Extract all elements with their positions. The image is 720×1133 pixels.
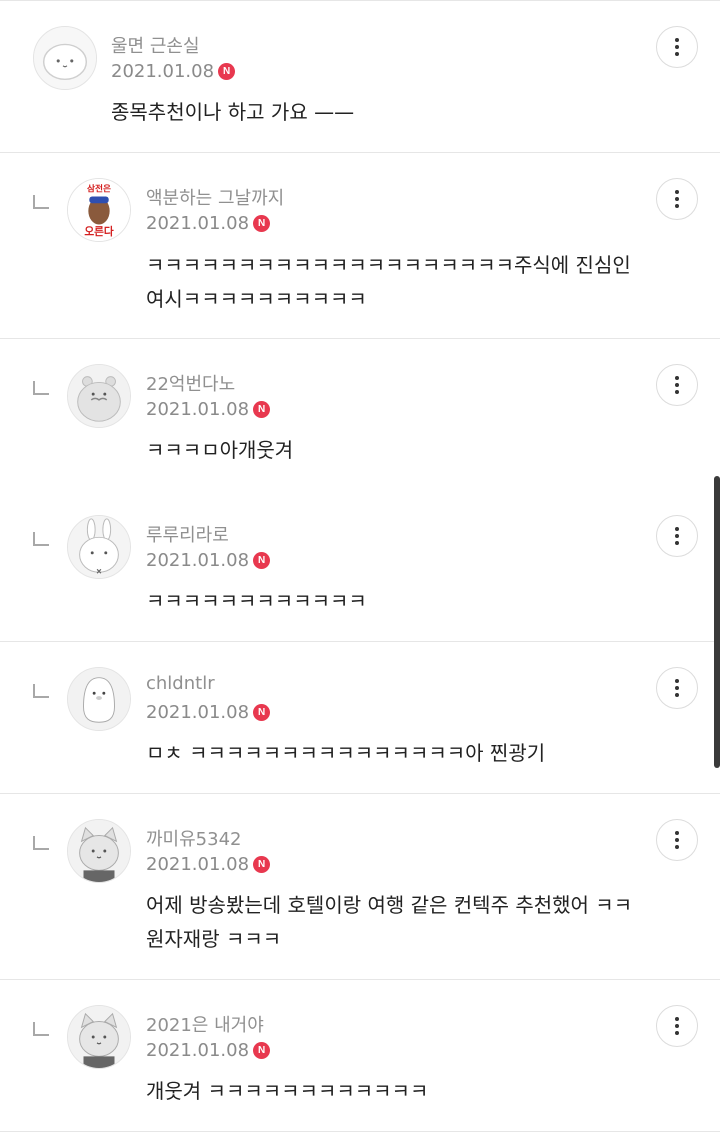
comment-nickname[interactable]: 까미유5342 [146, 825, 242, 851]
avatar-penguin-icon [68, 668, 130, 730]
more-options-button[interactable] [656, 515, 698, 557]
avatar-cat-icon [68, 820, 130, 882]
comment-meta: 2021.01.08 N [146, 550, 271, 571]
comment-item: chldntlr 2021.01.08 N ㅁㅊ ㅋㅋㅋㅋㅋㅋㅋㅋㅋㅋㅋㅋㅋㅋㅋ… [0, 642, 720, 792]
more-vertical-icon [675, 190, 679, 208]
comment-date: 2021.01.08 [146, 854, 250, 875]
comment-item: 루루리라로 2021.01.08 N ㅋㅋㅋㅋㅋㅋㅋㅋㅋㅋㅋㅋ [0, 490, 720, 640]
reply-arrow-icon [33, 381, 49, 395]
more-vertical-icon [675, 831, 679, 849]
avatar-hamster-icon [68, 365, 130, 427]
new-badge-icon: N [253, 856, 271, 873]
comment-item: 22억번다노 2021.01.08 N ㅋㅋㅋㅁ아개웃겨 [0, 339, 720, 489]
avatar-bunny-icon [68, 516, 130, 578]
avatar-caption-bottom: 오른다 [84, 225, 114, 238]
comment-meta: 2021.01.08 N [146, 1040, 271, 1061]
comment-item: 삼전은 오른다 액분하는 그날까지 2021.01.08 N ㅋㅋㅋㅋㅋㅋㅋㅋㅋ… [0, 153, 720, 338]
comment-nickname[interactable]: 액분하는 그날까지 [146, 184, 284, 210]
avatar-blob-icon [34, 27, 96, 89]
comment-nickname[interactable]: 울면 근손실 [111, 32, 200, 58]
more-options-button[interactable] [656, 667, 698, 709]
comment-body: ㅋㅋㅋㅋㅋㅋㅋㅋㅋㅋㅋㅋㅋㅋㅋㅋㅋㅋㅋㅋ주식에 진심인 여시ㅋㅋㅋㅋㅋㅋㅋㅋㅋㅋ [146, 253, 631, 311]
avatar[interactable] [67, 515, 131, 579]
more-vertical-icon [675, 527, 679, 545]
avatar-stock-icon: 삼전은 오른다 [68, 179, 130, 241]
comment-meta: 2021.01.08 N [146, 854, 271, 875]
comment-date: 2021.01.08 [146, 399, 250, 420]
comment-meta: 2021.01.08 N [146, 399, 271, 420]
more-options-button[interactable] [656, 819, 698, 861]
avatar[interactable] [67, 364, 131, 428]
comment-meta: 2021.01.08 N [146, 213, 271, 234]
comment-body: 종목추천이나 하고 가요 —— [111, 100, 355, 124]
comment-date: 2021.01.08 [146, 550, 250, 571]
comment-body: ㅋㅋㅋㅋㅋㅋㅋㅋㅋㅋㅋㅋ [146, 589, 367, 613]
more-options-button[interactable] [656, 26, 698, 68]
new-badge-icon: N [253, 552, 271, 569]
comment-date: 2021.01.08 [111, 61, 215, 82]
comment-date: 2021.01.08 [146, 213, 250, 234]
avatar[interactable] [67, 819, 131, 883]
avatar[interactable] [33, 26, 97, 90]
scrollbar[interactable] [714, 476, 720, 768]
new-badge-icon: N [253, 215, 271, 232]
more-vertical-icon [675, 1017, 679, 1035]
more-options-button[interactable] [656, 178, 698, 220]
comment-nickname[interactable]: 2021은 내거야 [146, 1011, 264, 1037]
reply-arrow-icon [33, 532, 49, 546]
comment-body: 어제 방송봤는데 호텔이랑 여행 같은 컨텍주 추천했어 ㅋㅋ 원자재랑 ㅋㅋㅋ [146, 893, 633, 951]
avatar[interactable] [67, 1005, 131, 1069]
avatar-cat-icon [68, 1006, 130, 1068]
comment-meta: 2021.01.08 N [146, 702, 271, 723]
reply-arrow-icon [33, 684, 49, 698]
comment-body: ㅁㅊ ㅋㅋㅋㅋㅋㅋㅋㅋㅋㅋㅋㅋㅋㅋㅋ아 찐광기 [146, 741, 546, 765]
new-badge-icon: N [253, 1042, 271, 1059]
comment-item: 2021은 내거야 2021.01.08 N 개웃겨 ㅋㅋㅋㅋㅋㅋㅋㅋㅋㅋㅋㅋ [0, 980, 720, 1130]
avatar[interactable] [67, 667, 131, 731]
new-badge-icon: N [218, 63, 236, 80]
more-vertical-icon [675, 376, 679, 394]
comment-feed: 울면 근손실 2021.01.08 N 종목추천이나 하고 가요 —— 삼전은 … [0, 0, 720, 1133]
divider [0, 1131, 720, 1132]
new-badge-icon: N [253, 704, 271, 721]
avatar[interactable]: 삼전은 오른다 [67, 178, 131, 242]
comment-date: 2021.01.08 [146, 702, 250, 723]
comment-meta: 2021.01.08 N [111, 61, 236, 82]
more-options-button[interactable] [656, 364, 698, 406]
comment-date: 2021.01.08 [146, 1040, 250, 1061]
reply-arrow-icon [33, 836, 49, 850]
comment-nickname[interactable]: 22억번다노 [146, 370, 235, 396]
more-vertical-icon [675, 679, 679, 697]
more-vertical-icon [675, 38, 679, 56]
avatar-caption-top: 삼전은 [87, 183, 111, 195]
comment-item: 까미유5342 2021.01.08 N 어제 방송봤는데 호텔이랑 여행 같은… [0, 794, 720, 979]
reply-arrow-icon [33, 195, 49, 209]
comment-body: ㅋㅋㅋㅁ아개웃겨 [146, 438, 294, 462]
comment-nickname[interactable]: 루루리라로 [146, 521, 229, 547]
comment-body: 개웃겨 ㅋㅋㅋㅋㅋㅋㅋㅋㅋㅋㅋㅋ [146, 1079, 429, 1103]
reply-arrow-icon [33, 1022, 49, 1036]
comment-nickname[interactable]: chldntlr [146, 673, 215, 694]
comment-item: 울면 근손실 2021.01.08 N 종목추천이나 하고 가요 —— [0, 0, 720, 152]
new-badge-icon: N [253, 401, 271, 418]
more-options-button[interactable] [656, 1005, 698, 1047]
